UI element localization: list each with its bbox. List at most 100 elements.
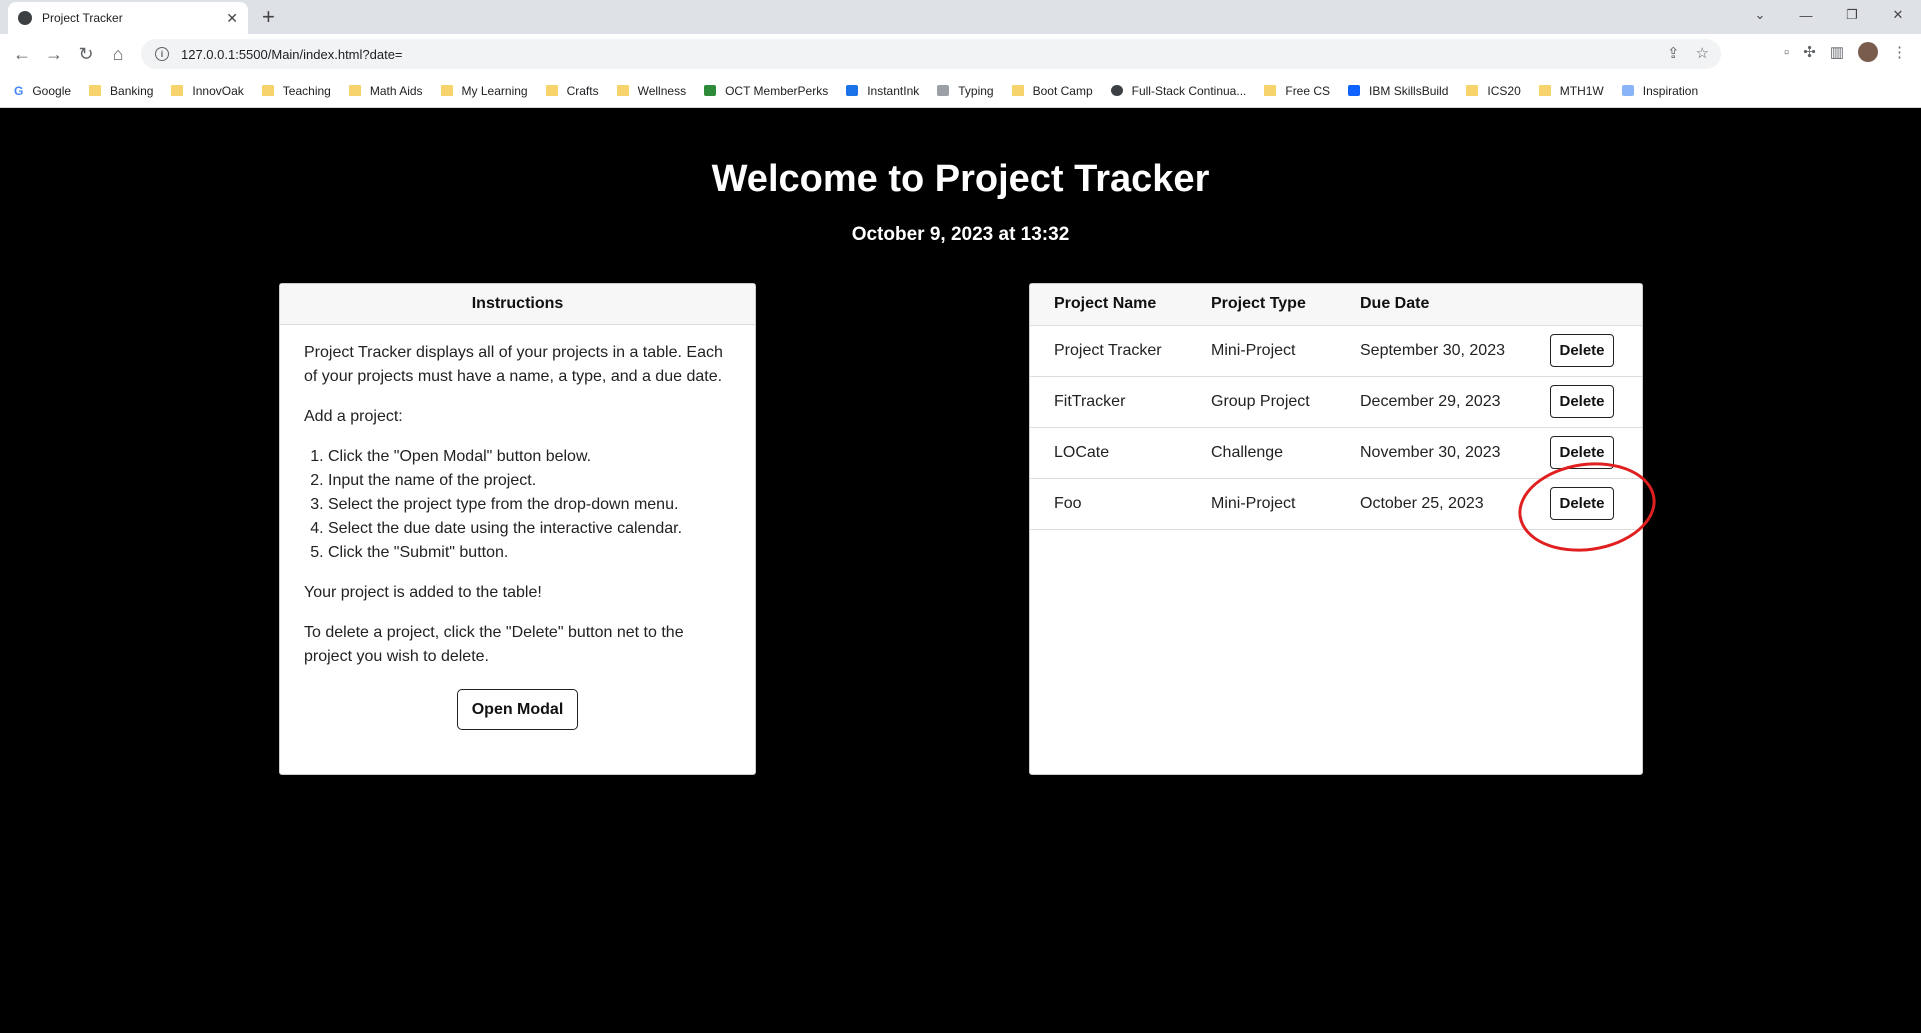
avatar[interactable] [1858,42,1878,62]
bookmark-item[interactable]: MTH1W [1538,83,1604,98]
side-panel-icon[interactable]: ▥ [1830,43,1844,61]
typing-icon [937,85,950,96]
toolbar-right: ▫ ✣ ▥ ⋮ [1784,42,1907,62]
project-type: Mini-Project [1187,325,1336,377]
bookmark-item[interactable]: My Learning [440,83,528,98]
column-header-actions [1526,284,1642,326]
table-row: LOCate Challenge November 30, 2023 Delet… [1030,427,1642,479]
restore-icon[interactable]: ❐ [1829,7,1875,23]
actions-cell: Delete [1526,325,1642,377]
folder-icon [545,85,558,96]
bookmark-label: InstantInk [867,83,920,98]
project-due-date: September 30, 2023 [1336,325,1526,377]
step-item: Select the project type from the drop-do… [328,493,731,517]
column-header-due: Due Date [1336,284,1526,326]
bookmark-label: Math Aids [369,83,423,98]
instructions-card: Instructions Project Tracker displays al… [279,283,756,775]
share-icon[interactable]: ⇪ [1667,44,1680,62]
folder-icon [440,85,453,96]
bookmark-label: My Learning [461,83,528,98]
folder-icon [348,85,361,96]
delete-button[interactable]: Delete [1550,436,1614,469]
new-tab-icon[interactable]: + [262,4,275,30]
delete-button[interactable]: Delete [1550,385,1614,418]
bookmark-label: IBM SkillsBuild [1369,83,1449,98]
bookmark-label: Inspiration [1642,83,1699,98]
step-item: Input the name of the project. [328,469,731,493]
bookmark-label: Full-Stack Continua... [1131,83,1247,98]
home-icon[interactable]: ⌂ [102,44,134,65]
star-icon[interactable]: ☆ [1696,44,1709,62]
inspiration-icon [1621,85,1634,96]
reload-icon[interactable]: ↻ [70,44,102,65]
bookmark-item[interactable]: IBM SkillsBuild [1348,84,1448,98]
bookmark-label: Crafts [566,83,599,98]
project-name: LOCate [1030,427,1187,479]
bookmark-item[interactable]: Typing [937,83,994,98]
page-title: Welcome to Project Tracker [711,158,1210,200]
project-type: Mini-Project [1187,478,1336,530]
table-header-row: Project Name Project Type Due Date [1030,284,1642,326]
menu-icon[interactable]: ⋮ [1892,43,1907,61]
globe-icon [18,11,32,25]
folder-icon [89,85,102,96]
bookmark-item[interactable]: Free CS [1264,84,1330,98]
chevron-down-icon[interactable]: ⌄ [1737,7,1783,23]
projects-card: Project Name Project Type Due Date Proje… [1029,283,1643,775]
address-bar[interactable]: i 127.0.0.1:5500/Main/index.html?date= ⇪… [141,39,1721,69]
bookmark-item[interactable]: Inspiration [1621,83,1699,98]
close-icon[interactable]: ✕ [226,10,238,27]
folder-icon [261,85,274,96]
minimize-icon[interactable]: — [1783,8,1829,23]
folder-icon [1011,85,1024,96]
bookmark-item[interactable]: Full-Stack Continua... [1110,83,1247,98]
bookmark-item[interactable]: ICS20 [1466,83,1521,98]
browser-tab[interactable]: Project Tracker ✕ [8,2,248,34]
puzzle-icon[interactable]: ✣ [1803,43,1816,61]
bookmark-item[interactable]: Banking [89,84,153,98]
bookmark-item[interactable]: OCT MemberPerks [704,84,828,98]
bookmark-item[interactable]: Crafts [545,83,599,98]
bookmark-label: Typing [958,83,994,98]
close-window-icon[interactable]: ✕ [1875,7,1921,23]
bookmark-item[interactable]: G Google [14,84,71,98]
bookmark-label: ICS20 [1487,83,1521,98]
bookmark-item[interactable]: InnovOak [171,84,244,98]
bookmark-label: Boot Camp [1032,83,1093,98]
url-text[interactable]: 127.0.0.1:5500/Main/index.html?date= [181,47,403,62]
globe-icon [1110,85,1123,96]
bookmark-item[interactable]: Boot Camp [1011,83,1093,98]
current-date: October 9, 2023 at 13:32 [851,224,1070,245]
open-modal-button[interactable]: Open Modal [457,689,578,730]
window-controls: ⌄ — ❐ ✕ [1737,0,1921,30]
added-note: Your project is added to the table! [304,584,542,601]
browser-tab-bar: Project Tracker ✕ + ⌄ — ❐ ✕ [0,0,1921,34]
folder-icon [1264,85,1277,96]
hp-icon [846,85,859,96]
delete-note: To delete a project, click the "Delete" … [304,624,684,665]
bookmark-item[interactable]: Wellness [616,84,686,98]
bookmark-item[interactable]: Teaching [261,84,331,98]
instructions-intro: Project Tracker displays all of your pro… [304,344,723,385]
extension-icon[interactable]: ▫ [1784,44,1789,61]
folder-icon [1466,85,1479,96]
page-content: Welcome to Project Tracker October 9, 20… [0,108,1921,1033]
back-icon[interactable]: ← [6,44,38,65]
browser-toolbar: ← → ↻ ⌂ i 127.0.0.1:5500/Main/index.html… [0,34,1921,74]
project-type: Challenge [1187,427,1336,479]
folder-icon [171,85,184,96]
bookmark-label: MTH1W [1559,83,1604,98]
project-name: Foo [1030,478,1187,530]
actions-cell: Delete [1526,376,1642,428]
delete-button[interactable]: Delete [1550,334,1614,367]
table-row: Foo Mini-Project October 25, 2023 Delete [1030,478,1642,530]
column-header-type: Project Type [1187,284,1336,326]
forward-icon[interactable]: → [38,44,70,65]
instruction-steps: Click the "Open Modal" button below. Inp… [328,445,731,565]
info-icon[interactable]: i [155,47,169,61]
bookmark-item[interactable]: Math Aids [348,83,423,98]
bookmark-label: Banking [110,83,154,98]
delete-button[interactable]: Delete [1550,487,1614,520]
bookmark-item[interactable]: InstantInk [846,84,919,98]
table-row: Project Tracker Mini-Project September 3… [1030,325,1642,377]
